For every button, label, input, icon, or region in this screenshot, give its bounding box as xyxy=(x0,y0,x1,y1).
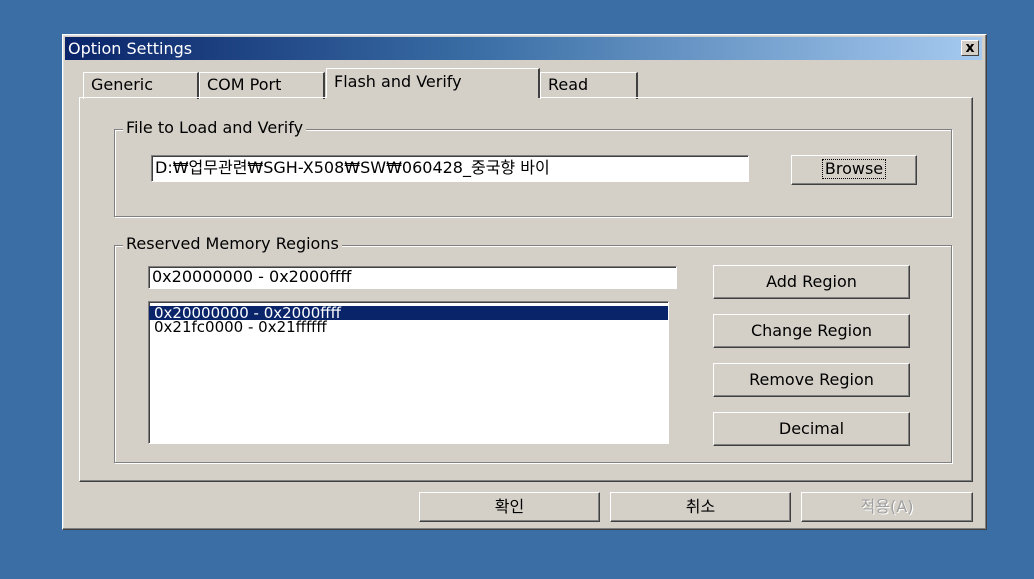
option-settings-dialog: Option Settings x Generic COM Port Flash… xyxy=(62,34,987,530)
remove-region-button[interactable]: Remove Region xyxy=(713,363,910,397)
file-group-label: File to Load and Verify xyxy=(123,118,307,138)
file-to-load-group: File to Load and Verify D:₩업무관련₩SGH-X508… xyxy=(114,118,952,217)
tab-read[interactable]: Read xyxy=(540,72,638,99)
tab-com-port[interactable]: COM Port xyxy=(199,72,325,99)
tab-generic[interactable]: Generic xyxy=(83,72,199,99)
ok-button[interactable]: 확인 xyxy=(419,492,600,522)
close-button[interactable]: x xyxy=(961,40,979,56)
apply-button[interactable]: 적용(A) xyxy=(801,492,973,522)
region-input[interactable]: 0x20000000 - 0x2000ffff xyxy=(148,266,677,289)
tab-flash-and-verify[interactable]: Flash and Verify xyxy=(326,68,540,98)
list-item[interactable]: 0x21fc0000 - 0x21ffffff xyxy=(149,320,668,335)
file-path-field[interactable]: D:₩업무관련₩SGH-X508₩SW₩060428_중국향 바이 xyxy=(151,155,749,182)
reserved-memory-group: Reserved Memory Regions 0x20000000 - 0x2… xyxy=(114,234,952,463)
window-title: Option Settings xyxy=(68,39,193,58)
cancel-button[interactable]: 취소 xyxy=(610,492,791,522)
tab-label: Generic xyxy=(91,75,154,94)
browse-label: Browse xyxy=(821,159,887,179)
decimal-button[interactable]: Decimal xyxy=(713,412,910,446)
tab-label: Flash and Verify xyxy=(334,72,462,91)
add-region-button[interactable]: Add Region xyxy=(713,265,910,299)
title-bar[interactable]: Option Settings x xyxy=(65,37,982,60)
tab-label: Read xyxy=(548,75,589,94)
region-listbox[interactable]: 0x20000000 - 0x2000ffff 0x21fc0000 - 0x2… xyxy=(148,301,669,444)
browse-button[interactable]: Browse xyxy=(791,155,917,185)
tab-panel: File to Load and Verify D:₩업무관련₩SGH-X508… xyxy=(79,97,973,482)
tab-label: COM Port xyxy=(207,75,282,94)
close-icon: x xyxy=(965,40,975,56)
change-region-button[interactable]: Change Region xyxy=(713,314,910,348)
memory-group-label: Reserved Memory Regions xyxy=(123,234,342,254)
